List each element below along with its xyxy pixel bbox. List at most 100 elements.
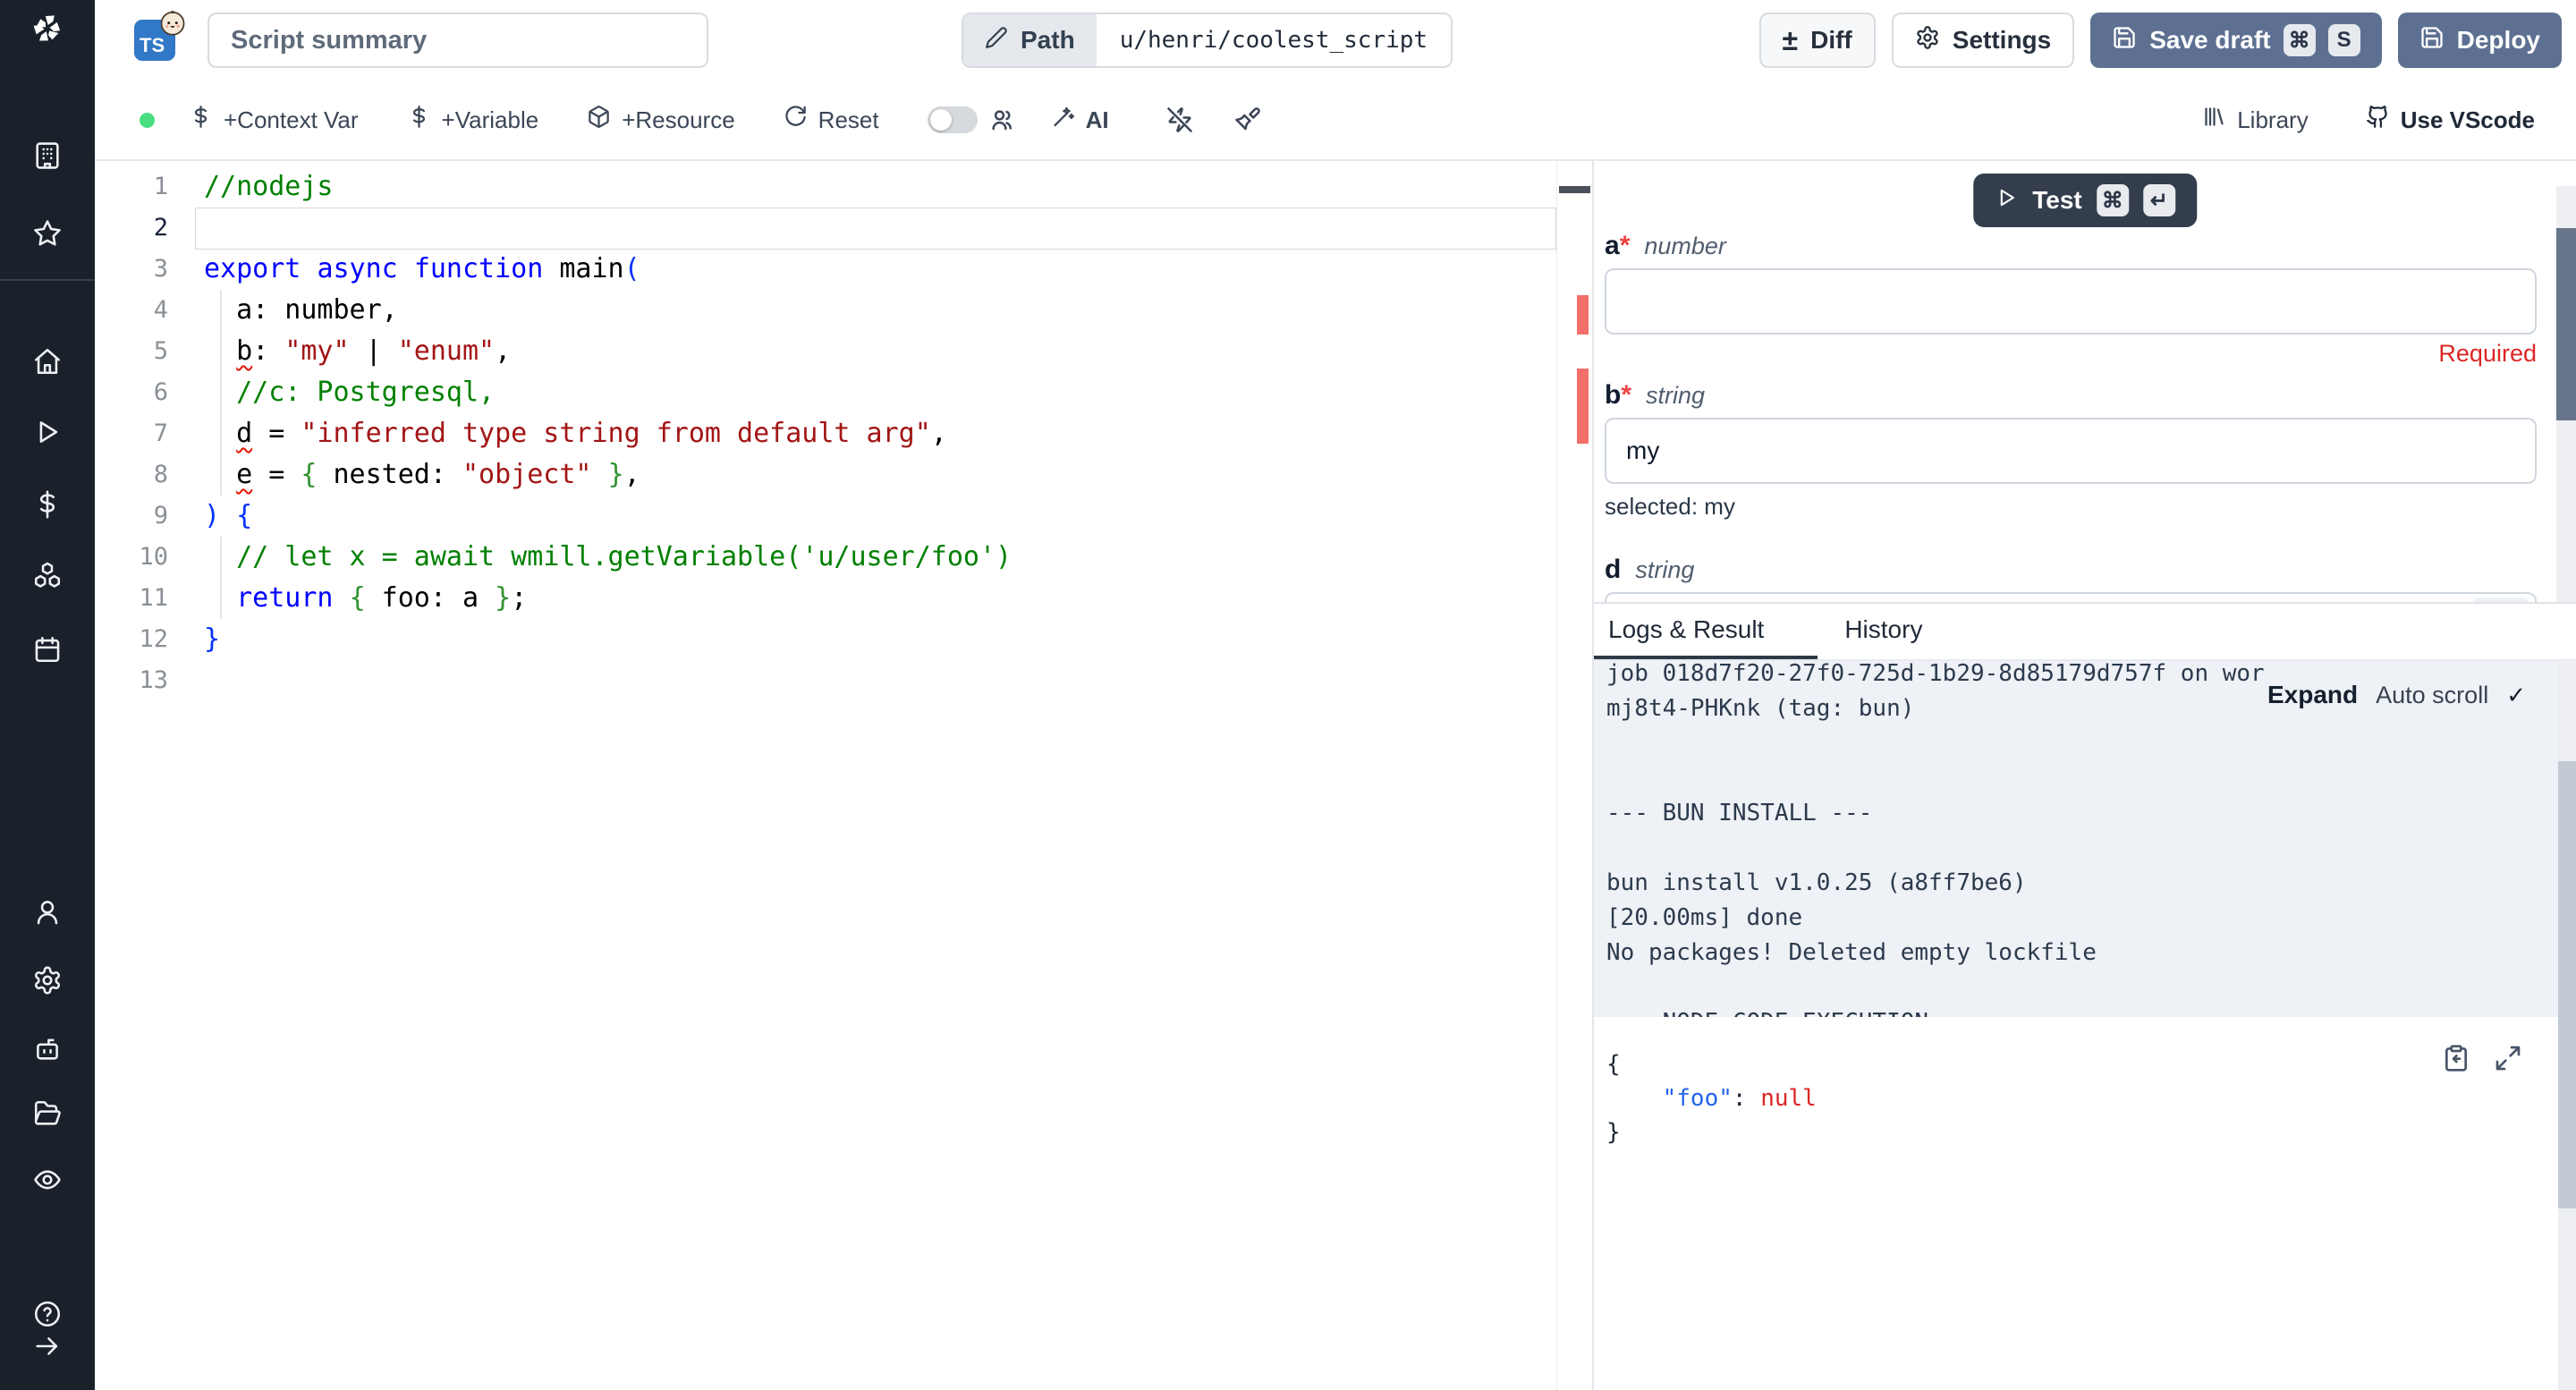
use-vscode-button[interactable]: Use VScode	[2366, 105, 2535, 135]
assistant-off-icon[interactable]	[1166, 106, 1193, 133]
home-icon	[32, 346, 63, 381]
code-line-11[interactable]: return { foo: a };	[195, 578, 1556, 619]
sidebar-item-resources[interactable]	[0, 560, 95, 595]
main-area: TS Path u/henri/coolest_script ± Diff	[95, 0, 2576, 1390]
indent-guide	[220, 537, 222, 619]
code-line-9[interactable]: ) {	[195, 496, 1556, 537]
cursor-position-marker	[1559, 186, 1590, 193]
topbar-actions: ± Diff Settings Save draft ⌘ S Deploy	[1759, 13, 2562, 68]
line-number: 4	[95, 290, 195, 331]
add-context-var-button[interactable]: +Context Var	[189, 105, 359, 135]
form-scrollbar[interactable]	[2556, 186, 2576, 602]
result-json-line: }	[1606, 1115, 2576, 1149]
sidebar-item-workers[interactable]	[0, 1033, 95, 1068]
sidebar-item-schedules[interactable]	[0, 634, 95, 669]
add-variable-button[interactable]: +Variable	[407, 105, 539, 135]
sidebar-item-account[interactable]	[0, 897, 95, 932]
test-button[interactable]: Test ⌘ ↵	[1973, 174, 2197, 227]
folder-icon	[32, 1098, 63, 1133]
sidebar-item-runs[interactable]	[0, 417, 95, 452]
magic-wand-icon	[1051, 105, 1075, 135]
ai-assistant-button[interactable]: AI	[1051, 105, 1109, 135]
sidebar-divider	[0, 279, 95, 281]
tab-logs-result[interactable]: Logs & Result	[1594, 604, 1818, 659]
overview-ruler[interactable]	[1556, 161, 1592, 1390]
field-d-input[interactable]	[1605, 592, 2537, 602]
sidebar-item-workspace[interactable]	[0, 140, 95, 175]
field-a-input[interactable]	[1605, 268, 2537, 335]
path-value[interactable]: u/henri/coolest_script	[1097, 14, 1451, 66]
user-icon	[32, 897, 63, 932]
code-editor[interactable]: 12345678910111213 //nodejsexport async f…	[95, 161, 1592, 1390]
logs-output[interactable]: job 018d7f20-27f0-725d-1b29-8d85179d757f…	[1594, 661, 2576, 1017]
sidebar	[0, 0, 95, 1390]
logs-result-panel: Logs & Result History job 018d7f20-27f0-…	[1594, 602, 2576, 1390]
calendar-icon	[32, 634, 63, 669]
eye-icon	[32, 1165, 63, 1199]
dollar-icon	[407, 105, 431, 135]
sidebar-item-variables[interactable]	[0, 489, 95, 524]
diff-mode-toggle[interactable]	[928, 106, 978, 133]
field-d-label: d string	[1605, 555, 2537, 585]
building-icon	[32, 140, 63, 175]
cmd-key-hint: ⌘	[2097, 184, 2129, 216]
add-resource-button[interactable]: +Resource	[587, 105, 734, 135]
sidebar-item-expand-sidebar[interactable]	[0, 1331, 95, 1366]
script-summary-input[interactable]	[208, 13, 708, 68]
settings-button[interactable]: Settings	[1892, 13, 2074, 68]
logs-scrollbar[interactable]	[2558, 663, 2576, 1390]
expand-logs-button[interactable]: Expand	[2267, 681, 2358, 709]
code-line-8[interactable]: e = { nested: "object" },	[195, 454, 1556, 496]
copy-result-icon[interactable]	[2442, 1044, 2470, 1082]
autoscroll-toggle[interactable]: Auto scroll	[2376, 682, 2488, 709]
code-line-5[interactable]: b: "my" | "enum",	[195, 331, 1556, 372]
arrow-right-icon	[32, 1331, 63, 1366]
sidebar-item-audit-logs[interactable]	[0, 1165, 95, 1199]
line-number: 13	[95, 660, 195, 701]
sidebar-item-favorites[interactable]	[0, 218, 95, 253]
code-line-1[interactable]: //nodejs	[195, 166, 1556, 208]
code-line-7[interactable]: d = "inferred type string from default a…	[195, 413, 1556, 454]
sidebar-item-folders[interactable]	[0, 1098, 95, 1133]
code-line-13[interactable]	[195, 660, 1556, 701]
log-line: --- BUN INSTALL ---	[1606, 796, 2522, 831]
library-icon	[2202, 105, 2226, 135]
save-draft-button[interactable]: Save draft ⌘ S	[2090, 13, 2381, 68]
editor-code[interactable]: //nodejs export async function main( a: n…	[195, 166, 1556, 701]
refresh-icon	[784, 105, 808, 135]
log-line: No packages! Deleted empty lockfile	[1606, 936, 2522, 970]
sidebar-item-home[interactable]	[0, 346, 95, 381]
line-number: 8	[95, 454, 195, 496]
library-button[interactable]: Library	[2202, 105, 2308, 135]
log-line: --- NODE CODE EXECUTION ---	[1606, 1005, 2522, 1017]
log-line	[1606, 831, 2522, 866]
deploy-button[interactable]: Deploy	[2398, 13, 2562, 68]
line-number: 10	[95, 537, 195, 578]
reset-button[interactable]: Reset	[784, 105, 879, 135]
code-line-2[interactable]	[195, 208, 1556, 249]
code-line-3[interactable]: export async function main(	[195, 249, 1556, 290]
star-icon	[32, 218, 63, 253]
sidebar-item-settings[interactable]	[0, 965, 95, 1000]
field-b-input[interactable]	[1605, 418, 2537, 484]
dollar-icon	[32, 489, 63, 524]
log-line: [20.00ms] done	[1606, 901, 2522, 936]
error-marker	[1577, 369, 1589, 444]
format-brush-icon[interactable]	[1234, 106, 1261, 133]
diff-button[interactable]: ± Diff	[1759, 13, 1876, 68]
windmill-logo-icon[interactable]	[30, 11, 65, 47]
mascot-icon	[159, 9, 186, 36]
code-line-12[interactable]: }	[195, 619, 1556, 660]
code-line-4[interactable]: a: number,	[195, 290, 1556, 331]
tab-history[interactable]: History	[1818, 604, 1949, 659]
expand-result-icon[interactable]	[2494, 1044, 2522, 1082]
code-line-10[interactable]: // let x = await wmill.getVariable('u/us…	[195, 537, 1556, 578]
sidebar-item-help[interactable]	[0, 1299, 95, 1334]
field-a-label: a* number	[1605, 231, 2537, 261]
s-key-hint: S	[2328, 24, 2360, 56]
log-line	[1606, 761, 2522, 796]
robot-icon	[32, 1033, 63, 1068]
line-number: 2	[95, 208, 195, 249]
code-line-6[interactable]: //c: Postgresql,	[195, 372, 1556, 413]
path-field[interactable]: Path u/henri/coolest_script	[962, 13, 1453, 68]
